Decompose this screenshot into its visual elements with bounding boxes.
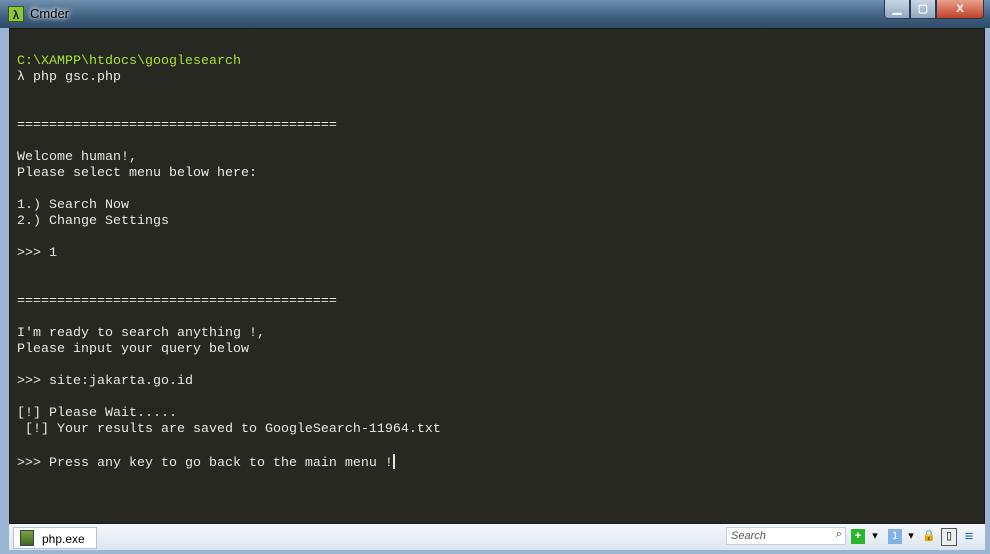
new-console-button[interactable]: + — [851, 529, 865, 544]
console-dropdown-icon[interactable]: ▾ — [906, 529, 916, 544]
terminal-line: [!] Please Wait..... — [17, 406, 177, 421]
layout-toggle-icon[interactable]: ▯ — [941, 528, 957, 546]
title-bar: λ Cmder ▁ ▢ X — [0, 0, 990, 28]
php-exe-icon — [20, 530, 34, 546]
terminal-line: I'm ready to search anything !, — [17, 326, 265, 341]
search-input[interactable]: Search ⌕ — [726, 527, 846, 545]
search-placeholder: Search — [731, 530, 766, 542]
terminal-line: λ php gsc.php — [17, 70, 121, 85]
terminal-line: ======================================== — [17, 294, 337, 309]
minimize-button[interactable]: ▁ — [884, 0, 910, 19]
terminal-line: >>> Press any key to go back to the main… — [17, 454, 395, 471]
text-cursor — [392, 454, 395, 469]
menu-icon[interactable]: ≡ — [962, 529, 976, 544]
terminal-console[interactable]: C:\XAMPP\htdocs\googlesearch λ php gsc.ph… — [9, 28, 985, 524]
console-number-button[interactable]: 1 — [888, 529, 902, 544]
new-console-dropdown-icon[interactable]: ▾ — [870, 529, 880, 544]
tab-label: php.exe — [42, 532, 85, 546]
terminal-line: >>> 1 — [17, 246, 57, 261]
terminal-line: ======================================== — [17, 118, 337, 133]
terminal-line: Please select menu below here: — [17, 166, 257, 181]
terminal-line: 2.) Change Settings — [17, 214, 169, 229]
close-button[interactable]: X — [936, 0, 984, 19]
terminal-line: Welcome human!, — [17, 150, 137, 165]
maximize-button[interactable]: ▢ — [910, 0, 936, 19]
cmder-lambda-icon: λ — [8, 6, 24, 22]
terminal-line: 1.) Search Now — [17, 198, 129, 213]
console-tab[interactable]: php.exe — [13, 527, 97, 549]
lock-icon[interactable]: 🔒 — [922, 529, 936, 544]
search-icon[interactable]: ⌕ — [836, 528, 842, 541]
window-title: Cmder — [30, 6, 70, 21]
terminal-line: Please input your query below — [17, 342, 249, 357]
terminal-output: C:\XAMPP\htdocs\googlesearch λ php gsc.ph… — [17, 54, 441, 471]
terminal-line: C:\XAMPP\htdocs\googlesearch — [17, 54, 241, 69]
status-bar: php.exe Search ⌕ + ▾ 1 ▾ 🔒 ▯ ≡ — [9, 524, 985, 550]
terminal-line: >>> site:jakarta.go.id — [17, 374, 193, 389]
terminal-line: [!] Your results are saved to GoogleSear… — [17, 422, 441, 437]
